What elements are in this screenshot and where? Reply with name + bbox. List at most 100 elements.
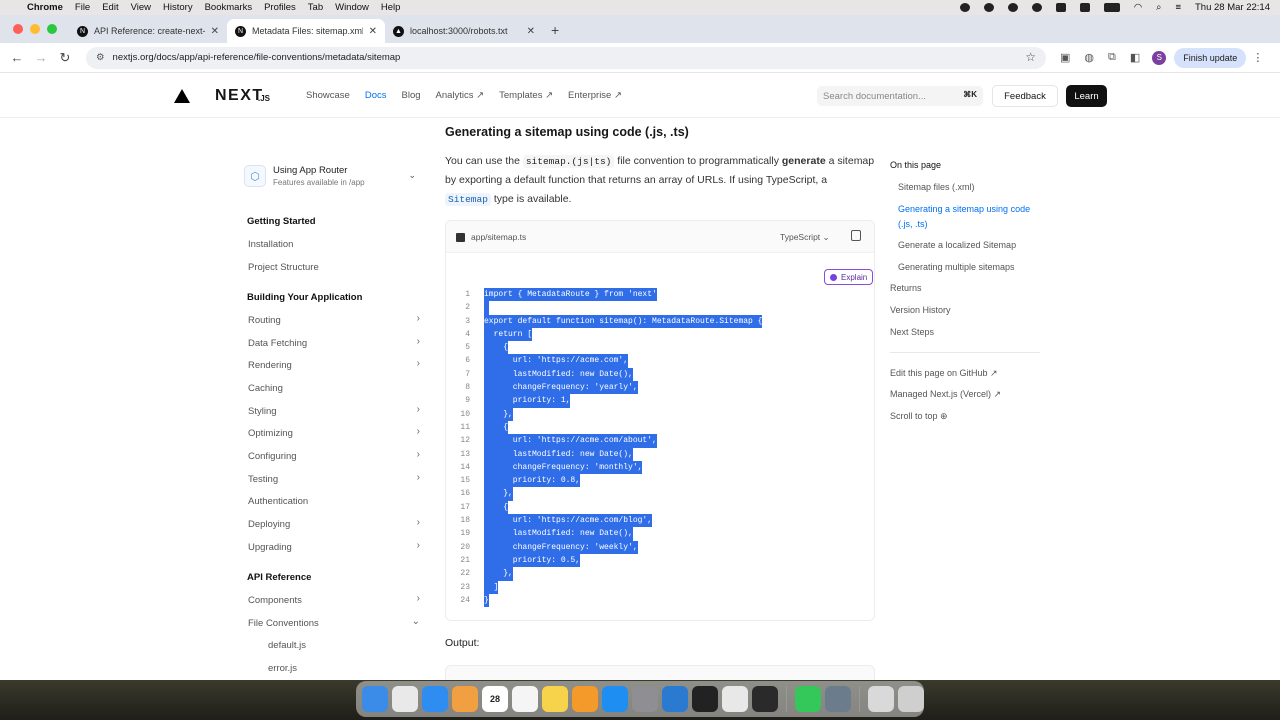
- moon-icon[interactable]: [983, 3, 994, 12]
- browser-tab[interactable]: ▲ localhost:3000/robots.txt ✕: [385, 19, 543, 43]
- extension-icon[interactable]: ▣: [1060, 51, 1070, 64]
- toc-item-returns[interactable]: Returns: [890, 283, 922, 293]
- system-settings-icon[interactable]: [632, 686, 658, 712]
- safari-icon[interactable]: [422, 686, 448, 712]
- record-icon[interactable]: [959, 3, 970, 12]
- toc-item-next-steps[interactable]: Next Steps: [890, 327, 934, 337]
- spotlight-search-icon[interactable]: ⌕: [1156, 2, 1161, 13]
- menu-profiles[interactable]: Profiles: [264, 2, 296, 13]
- menu-view[interactable]: View: [131, 2, 151, 13]
- sidebar-subitem-error[interactable]: error.js: [268, 663, 297, 674]
- reminders-icon[interactable]: [512, 686, 538, 712]
- sidebar-item-file-conventions[interactable]: File Conventions ⌄: [248, 616, 420, 630]
- menu-tab[interactable]: Tab: [308, 2, 323, 13]
- nav-templates[interactable]: Templates ↗: [499, 90, 553, 101]
- sidebar-item-caching[interactable]: Caching: [248, 381, 420, 395]
- menu-history[interactable]: History: [163, 2, 193, 13]
- sidebar-subitem-default[interactable]: default.js: [268, 640, 306, 651]
- sidebar-item-data-fetching[interactable]: Data Fetching ›: [248, 336, 420, 350]
- browser-tab-active[interactable]: N Metadata Files: sitemap.xml | ✕: [227, 19, 385, 43]
- toc-item-multiple-sitemaps[interactable]: Generating multiple sitemaps: [898, 262, 1015, 272]
- nav-analytics[interactable]: Analytics ↗: [436, 90, 485, 101]
- documents-folder-icon[interactable]: [868, 686, 894, 712]
- disk-utility-icon[interactable]: [825, 686, 851, 712]
- notes-icon[interactable]: [542, 686, 568, 712]
- close-tab-icon[interactable]: ✕: [527, 26, 535, 37]
- control-center-icon[interactable]: ≡: [1175, 2, 1181, 13]
- feedback-button[interactable]: Feedback: [992, 85, 1058, 107]
- sidebar-item-authentication[interactable]: Authentication: [248, 494, 420, 508]
- edit-on-github-link[interactable]: Edit this page on GitHub ↗: [890, 368, 998, 379]
- focus-icon[interactable]: [1007, 3, 1018, 12]
- router-selector[interactable]: ⬡ Using App Router Features available in…: [244, 161, 424, 191]
- finish-update-button[interactable]: Finish update: [1174, 47, 1247, 68]
- menubar-clock[interactable]: Thu 28 Mar 22:14: [1195, 2, 1270, 13]
- toc-item-generating-sitemap-code[interactable]: Generating a sitemap using code (.js, .t…: [898, 202, 1038, 232]
- menu-file[interactable]: File: [75, 2, 90, 13]
- nav-blog[interactable]: Blog: [402, 90, 421, 101]
- scroll-to-top-link[interactable]: Scroll to top ⊕: [890, 411, 948, 422]
- trash-icon[interactable]: [898, 686, 924, 712]
- managed-nextjs-link[interactable]: Managed Next.js (Vercel) ↗: [890, 389, 1001, 400]
- menu-window[interactable]: Window: [335, 2, 369, 13]
- battery-icon[interactable]: [1103, 3, 1120, 12]
- vercel-logo-icon[interactable]: [174, 89, 190, 103]
- terminal-icon[interactable]: [692, 686, 718, 712]
- side-panel-icon[interactable]: ◧: [1130, 51, 1140, 64]
- sidebar-item-project-structure[interactable]: Project Structure: [248, 260, 420, 274]
- app-store-icon[interactable]: [602, 686, 628, 712]
- maximize-window-icon[interactable]: [47, 24, 57, 34]
- forward-arrow-icon[interactable]: →: [34, 50, 48, 65]
- nav-enterprise[interactable]: Enterprise ↗: [568, 90, 622, 101]
- close-tab-icon[interactable]: ✕: [211, 26, 219, 37]
- menu-help[interactable]: Help: [381, 2, 401, 13]
- extension-icon-2[interactable]: ◍: [1084, 51, 1094, 64]
- browser-tab[interactable]: N API Reference: create-next-a ✕: [69, 19, 227, 43]
- sidebar-item-installation[interactable]: Installation: [248, 237, 420, 251]
- close-window-icon[interactable]: [13, 24, 23, 34]
- wifi-icon[interactable]: ◠: [1134, 2, 1142, 13]
- sidebar-item-optimizing[interactable]: Optimizing ›: [248, 426, 420, 440]
- nav-showcase[interactable]: Showcase: [306, 90, 350, 101]
- sidebar-item-upgrading[interactable]: Upgrading ›: [248, 540, 420, 554]
- inline-code-link[interactable]: Sitemap: [445, 193, 491, 206]
- sidebar-item-deploying[interactable]: Deploying ›: [248, 517, 420, 531]
- new-tab-icon[interactable]: +: [551, 22, 559, 38]
- pages-icon[interactable]: [572, 686, 598, 712]
- bookmark-star-icon[interactable]: ☆: [1025, 50, 1036, 64]
- play-icon[interactable]: [1031, 3, 1042, 12]
- menu-bookmarks[interactable]: Bookmarks: [205, 2, 253, 13]
- more-menu-icon[interactable]: ⋮: [1252, 51, 1263, 64]
- chrome-icon[interactable]: [722, 686, 748, 712]
- photos-icon[interactable]: [452, 686, 478, 712]
- vscode-icon[interactable]: [662, 686, 688, 712]
- sidebar-item-styling[interactable]: Styling ›: [248, 404, 420, 418]
- numbers-icon[interactable]: [795, 686, 821, 712]
- toc-item-version-history[interactable]: Version History: [890, 305, 951, 315]
- copy-icon[interactable]: [851, 230, 861, 241]
- extensions-puzzle-icon[interactable]: ⧉: [1108, 51, 1116, 64]
- site-info-icon[interactable]: ⚙: [96, 52, 105, 63]
- finder-icon[interactable]: [362, 686, 388, 712]
- toc-item-sitemap-files[interactable]: Sitemap files (.xml): [898, 182, 975, 192]
- explain-button[interactable]: Explain: [824, 269, 874, 285]
- learn-button[interactable]: Learn: [1066, 85, 1107, 107]
- sidebar-item-components[interactable]: Components ›: [248, 593, 420, 607]
- activity-monitor-icon[interactable]: [752, 686, 778, 712]
- sidebar-item-routing[interactable]: Routing ›: [248, 313, 420, 327]
- keyboard-input-icon[interactable]: [1079, 3, 1090, 12]
- nextjs-logo[interactable]: NEXT: [215, 87, 264, 105]
- docs-search-input[interactable]: Search documentation... ⌘K: [817, 86, 983, 106]
- headphones-icon[interactable]: [1055, 3, 1066, 12]
- minimize-window-icon[interactable]: [30, 24, 40, 34]
- sidebar-item-configuring[interactable]: Configuring ›: [248, 449, 420, 463]
- sidebar-item-testing[interactable]: Testing ›: [248, 472, 420, 486]
- app-menu[interactable]: Chrome: [27, 2, 63, 13]
- menu-edit[interactable]: Edit: [102, 2, 118, 13]
- close-tab-icon[interactable]: ✕: [369, 26, 377, 37]
- code-lines[interactable]: 1 import { MetadataRoute } from 'next' 2 3…: [446, 288, 874, 608]
- address-bar[interactable]: ⚙ nextjs.org/docs/app/api-reference/file…: [86, 46, 1046, 69]
- launchpad-icon[interactable]: [392, 686, 418, 712]
- nav-docs[interactable]: Docs: [365, 90, 387, 101]
- back-arrow-icon[interactable]: ←: [10, 50, 24, 65]
